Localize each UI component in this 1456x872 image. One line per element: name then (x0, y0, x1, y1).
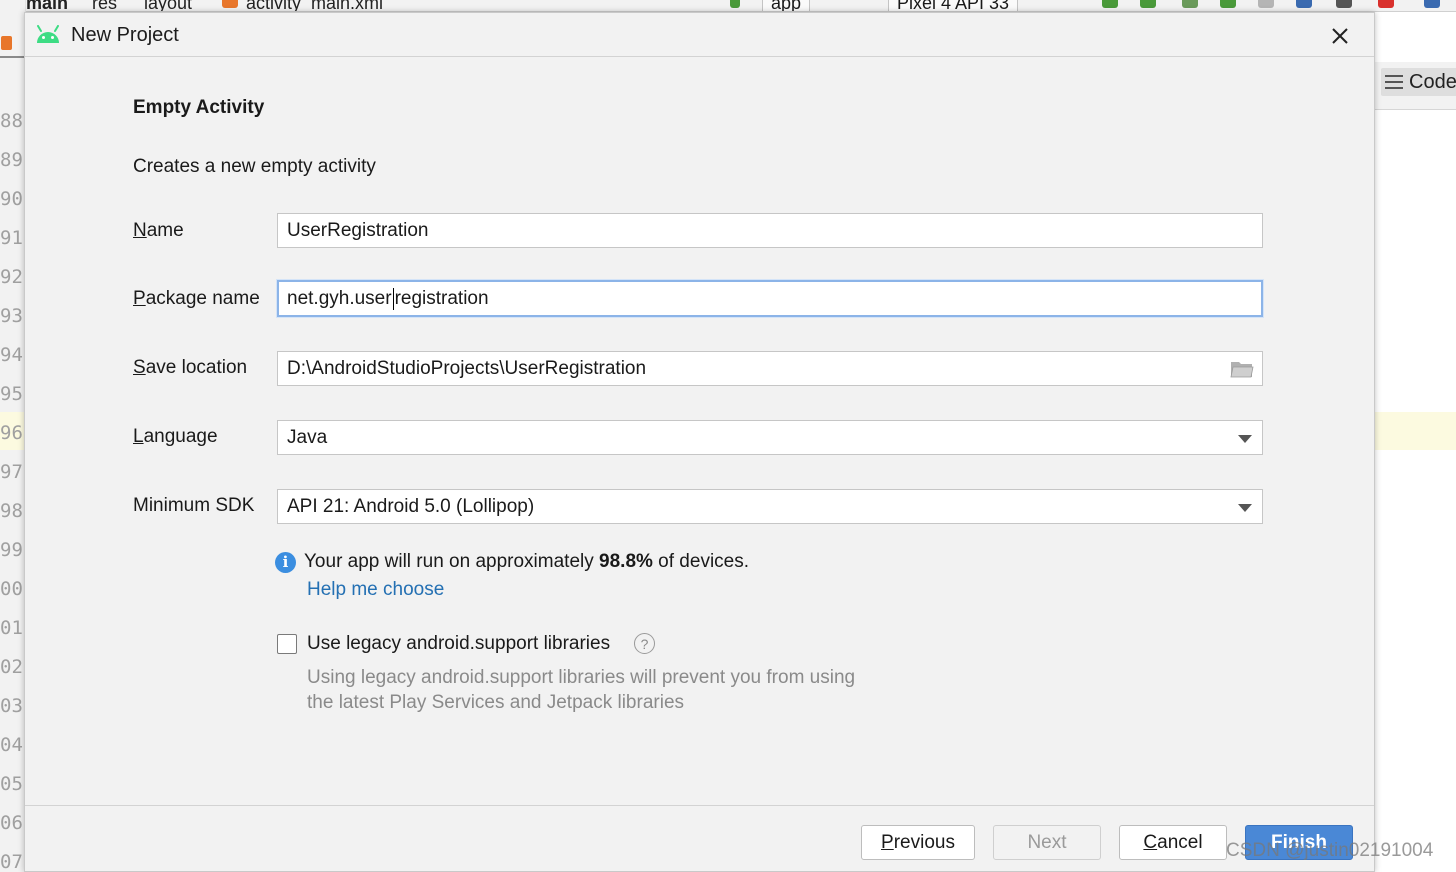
watermark: CSDN @justin02191004 (1226, 840, 1434, 861)
chevron-down-icon (1238, 504, 1252, 512)
breadcrumb-main[interactable]: main (26, 0, 68, 11)
template-heading: Empty Activity (133, 97, 265, 118)
line-number: 07 (0, 851, 23, 872)
legacy-support-note: Using legacy android.support libraries w… (307, 665, 855, 715)
apply-code-icon[interactable] (1140, 0, 1156, 8)
line-number: 01 (0, 617, 23, 639)
package-name-input[interactable]: net.gyh.user registration (277, 280, 1263, 317)
code-view-label: Code (1409, 70, 1456, 93)
line-number: 02 (0, 656, 23, 678)
line-number: 94 (0, 344, 23, 366)
line-number: 88 (0, 110, 23, 132)
attach-debugger-icon[interactable] (1258, 0, 1274, 8)
close-button[interactable] (1325, 21, 1355, 51)
line-number: 99 (0, 539, 23, 561)
stop-icon[interactable] (1378, 0, 1394, 8)
language-label: Language (133, 426, 218, 447)
apply-changes-icon[interactable] (1102, 0, 1118, 8)
dialog-title: New Project (71, 24, 179, 46)
code-view-button[interactable]: Code (1381, 68, 1456, 96)
dialog-footer: Previous Next Cancel Finish (25, 805, 1374, 872)
line-number: 03 (0, 695, 23, 717)
editor-right-panel: Code (1375, 12, 1456, 872)
package-name-value-before: net.gyh.user (287, 287, 392, 309)
line-number: 93 (0, 305, 23, 327)
save-location-label: Save location (133, 357, 248, 378)
profiler-icon[interactable] (1296, 0, 1312, 8)
line-number: 91 (0, 227, 23, 249)
line-number: 98 (0, 500, 23, 522)
device-select[interactable]: Pixel 4 API 33 (888, 0, 1019, 11)
coverage-prefix: Your app will run on approximately (304, 551, 600, 572)
next-button[interactable]: Next (993, 825, 1101, 860)
settings-icon[interactable] (1220, 0, 1236, 8)
save-location-input[interactable]: D:\AndroidStudioProjects\UserRegistratio… (277, 351, 1263, 386)
view-mode-bar: Code (1375, 62, 1456, 110)
package-name-value-after: registration (394, 287, 489, 309)
line-number: 95 (0, 383, 23, 405)
ide-toolbar: main res layout activity_main.xml app Pi… (0, 0, 1456, 12)
help-icon[interactable]: ? (634, 633, 655, 654)
line-number: 06 (0, 812, 23, 834)
current-line-highlight (1375, 412, 1456, 450)
dialog-titlebar[interactable]: New Project (25, 13, 1374, 57)
legacy-support-label[interactable]: Use legacy android.support libraries (307, 633, 610, 655)
line-number: 00 (0, 578, 23, 600)
line-number: 97 (0, 461, 23, 483)
breadcrumb-layout[interactable]: layout (144, 0, 192, 11)
legacy-note-line-1: Using legacy android.support libraries w… (307, 667, 856, 688)
folder-icon[interactable] (1230, 359, 1254, 379)
breadcrumb-res[interactable]: res (92, 0, 117, 11)
line-number: 05 (0, 773, 23, 795)
xml-file-icon (222, 0, 238, 8)
info-icon: i (275, 551, 296, 573)
line-number: 90 (0, 188, 23, 210)
save-location-value: D:\AndroidStudioProjects\UserRegistratio… (287, 357, 647, 379)
line-number: 04 (0, 734, 23, 756)
new-project-dialog: New Project Empty Activity Creates a new… (24, 12, 1375, 872)
coverage-percent: 98.8% (599, 551, 653, 572)
search-everywhere-icon[interactable] (1424, 0, 1440, 8)
device-coverage-info: i Your app will run on approximately 98.… (275, 551, 749, 573)
template-description: Creates a new empty activity (133, 156, 376, 177)
minimum-sdk-value: API 21: Android 5.0 (Lollipop) (287, 495, 535, 517)
editor-tab-stub[interactable] (0, 32, 24, 58)
sync-icon[interactable] (1182, 0, 1198, 8)
name-input[interactable]: UserRegistration (277, 213, 1263, 248)
language-select[interactable]: Java (277, 420, 1263, 455)
editor-gutter: 88 89 90 91 92 93 94 95 96 97 98 99 00 0… (0, 0, 26, 872)
cancel-button[interactable]: Cancel (1119, 825, 1227, 860)
android-icon (37, 25, 59, 43)
run-config-select[interactable]: app (762, 0, 811, 11)
close-icon (1332, 28, 1348, 44)
previous-button[interactable]: Previous (861, 825, 975, 860)
chevron-down-icon (1238, 435, 1252, 443)
help-me-choose-link[interactable]: Help me choose (307, 579, 444, 601)
language-value: Java (287, 426, 328, 448)
name-label: Name (133, 220, 184, 241)
name-input-value: UserRegistration (287, 219, 429, 241)
minimum-sdk-label: Minimum SDK (133, 495, 255, 516)
breadcrumb-file[interactable]: activity_main.xml (246, 0, 383, 11)
file-icon (1, 36, 12, 50)
legacy-note-line-2: the latest Play Services and Jetpack lib… (307, 692, 685, 713)
code-lines-icon (1385, 75, 1403, 89)
line-number: 92 (0, 266, 23, 288)
hammer-icon[interactable] (730, 0, 740, 8)
coverage-suffix: of devices. (652, 551, 750, 572)
line-number-current: 96 (0, 412, 26, 450)
legacy-support-checkbox[interactable] (277, 634, 297, 654)
device-manager-icon[interactable] (1336, 0, 1352, 8)
line-number: 89 (0, 149, 23, 171)
text-caret (392, 287, 394, 310)
package-name-label: Package name (133, 288, 260, 309)
minimum-sdk-select[interactable]: API 21: Android 5.0 (Lollipop) (277, 489, 1263, 524)
